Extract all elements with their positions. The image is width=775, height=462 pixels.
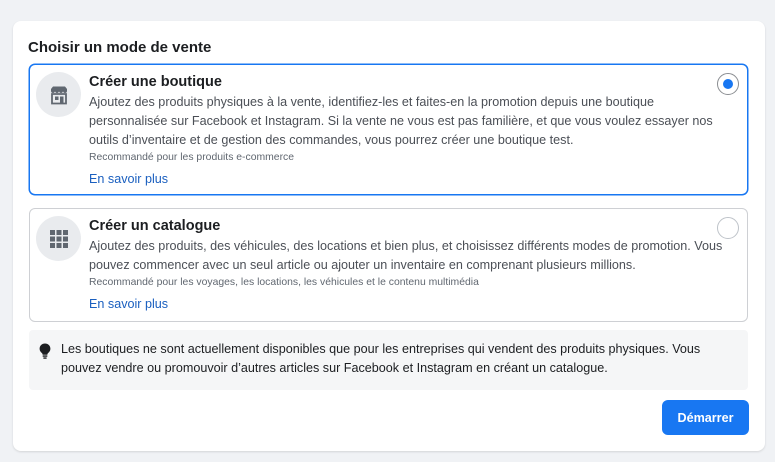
info-notice: Les boutiques ne sont actuellement dispo… [29,330,748,390]
option-create-shop[interactable]: Créer une boutique Ajoutez des produits … [29,64,748,195]
start-button[interactable]: Démarrer [662,400,749,435]
learn-more-link[interactable]: En savoir plus [89,171,168,187]
notice-text: Les boutiques ne sont actuellement dispo… [61,342,701,375]
page-title: Choisir un mode de vente [28,39,212,56]
sales-mode-card: Choisir un mode de vente Créer une bouti… [13,21,765,451]
radio-create-shop[interactable] [717,73,739,95]
radio-create-catalog[interactable] [717,217,739,239]
option-recommendation: Recommandé pour les voyages, les locatio… [89,277,479,288]
option-recommendation: Recommandé pour les produits e-commerce [89,152,295,163]
option-create-catalog[interactable]: Créer un catalogue Ajoutez des produits,… [29,208,748,322]
option-description: Ajoutez des produits physiques à la vent… [89,95,713,147]
storefront-icon [36,72,81,117]
option-description: Ajoutez des produits, des véhicules, des… [89,239,723,272]
option-title: Créer une boutique [89,74,222,90]
learn-more-link[interactable]: En savoir plus [89,296,168,312]
option-title: Créer un catalogue [89,218,221,234]
grid-icon [36,216,81,261]
lightbulb-icon [39,343,51,364]
